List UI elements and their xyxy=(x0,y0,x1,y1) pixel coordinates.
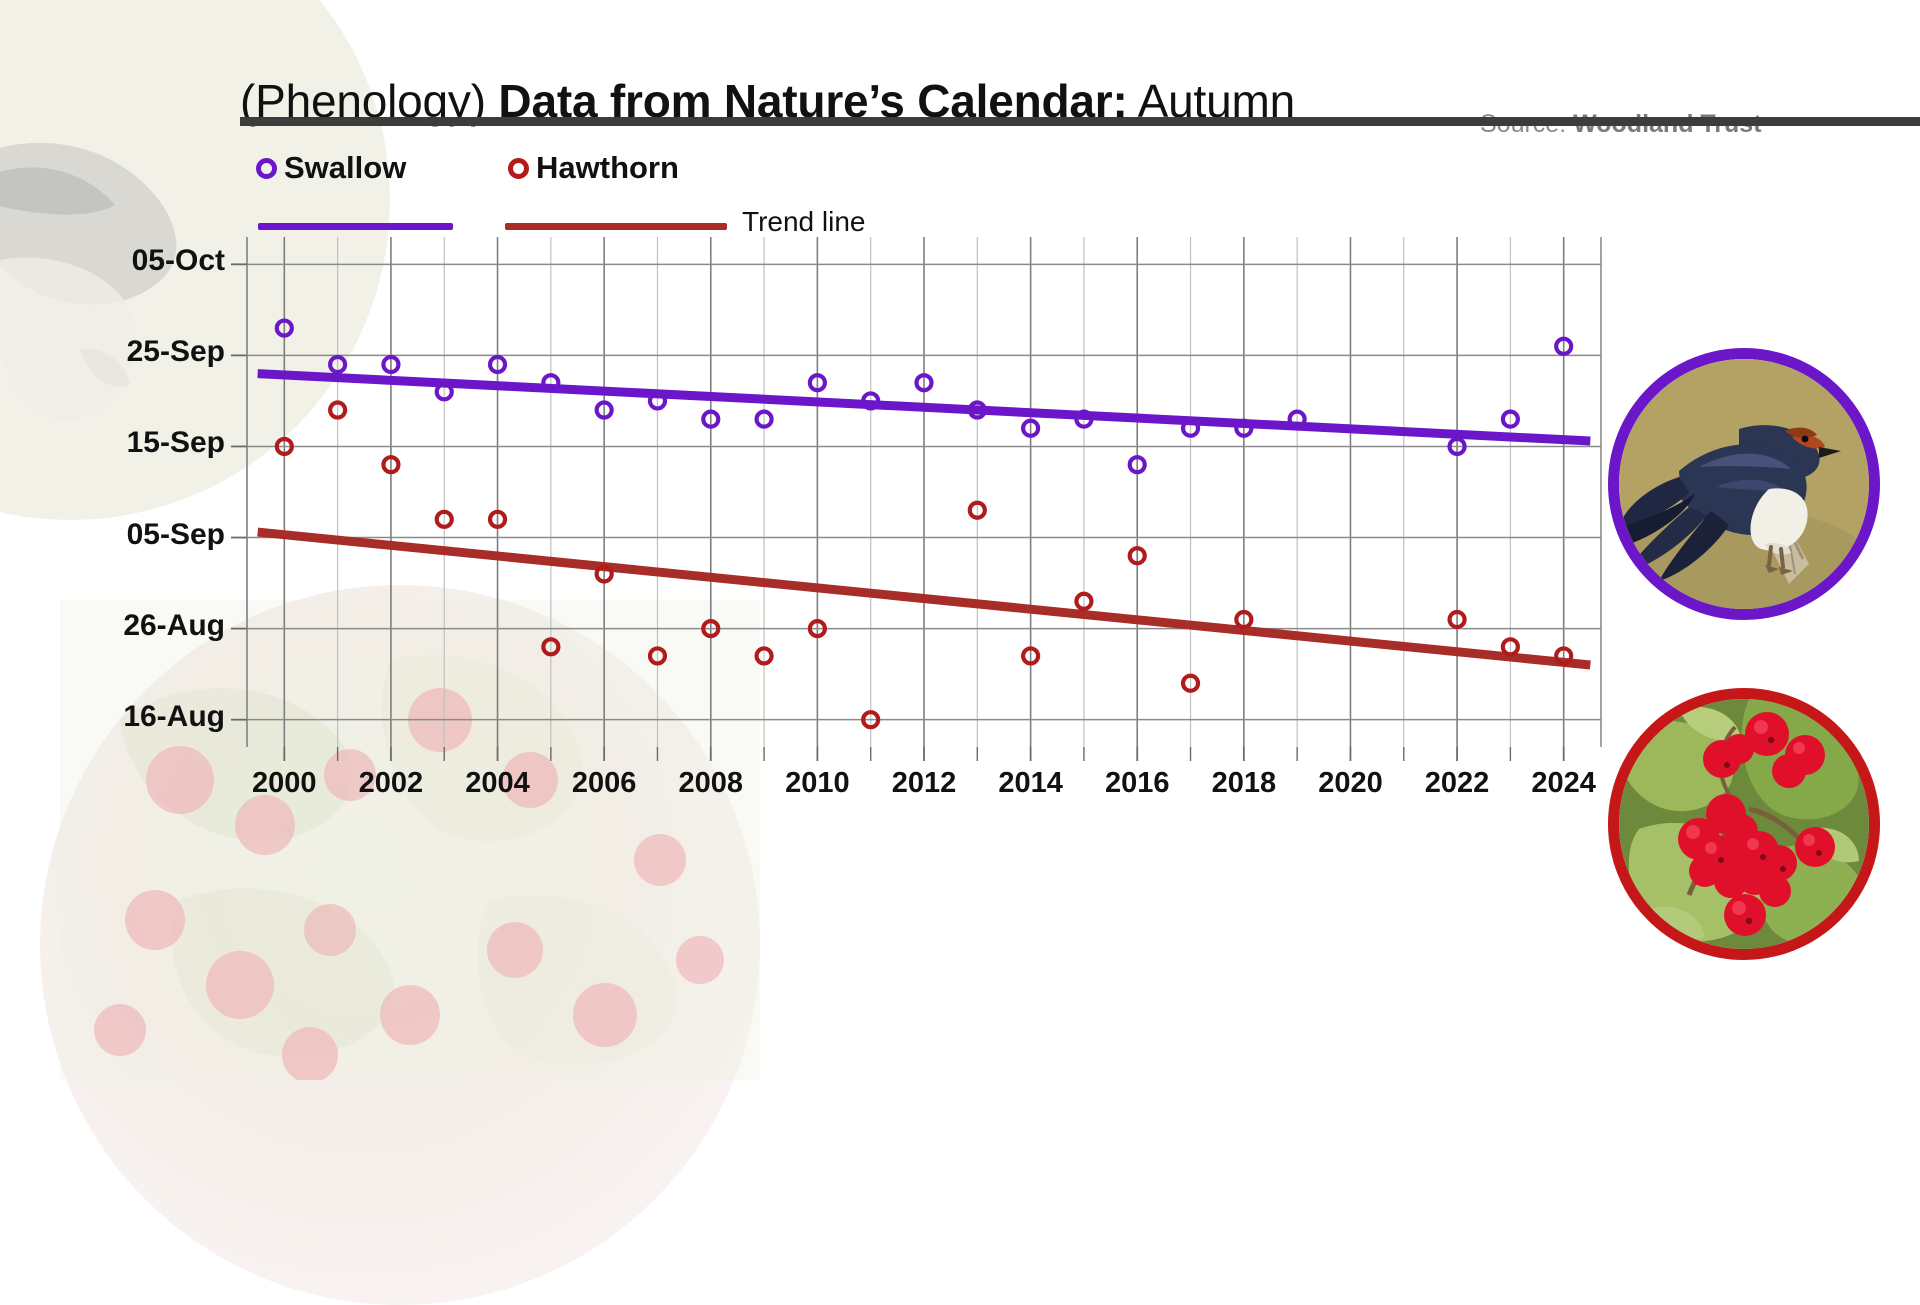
swallow-photo xyxy=(1608,348,1880,620)
axis-tick-marks xyxy=(231,263,1565,761)
y-axis-tick-label: 26-Aug xyxy=(123,608,225,642)
swallow-illustration-icon xyxy=(1619,359,1869,609)
y-axis-tick-label: 05-Oct xyxy=(131,244,225,278)
y-axis-tick-label: 15-Sep xyxy=(126,426,225,460)
y-axis-tick-label: 16-Aug xyxy=(123,699,225,733)
hawthorn-photo xyxy=(1608,688,1880,960)
grid-minor-lines xyxy=(283,237,1565,747)
y-axis-tick-label: 25-Sep xyxy=(126,335,225,369)
y-axis-tick-label: 05-Sep xyxy=(126,517,225,551)
hawthorn-illustration-icon xyxy=(1619,699,1869,949)
